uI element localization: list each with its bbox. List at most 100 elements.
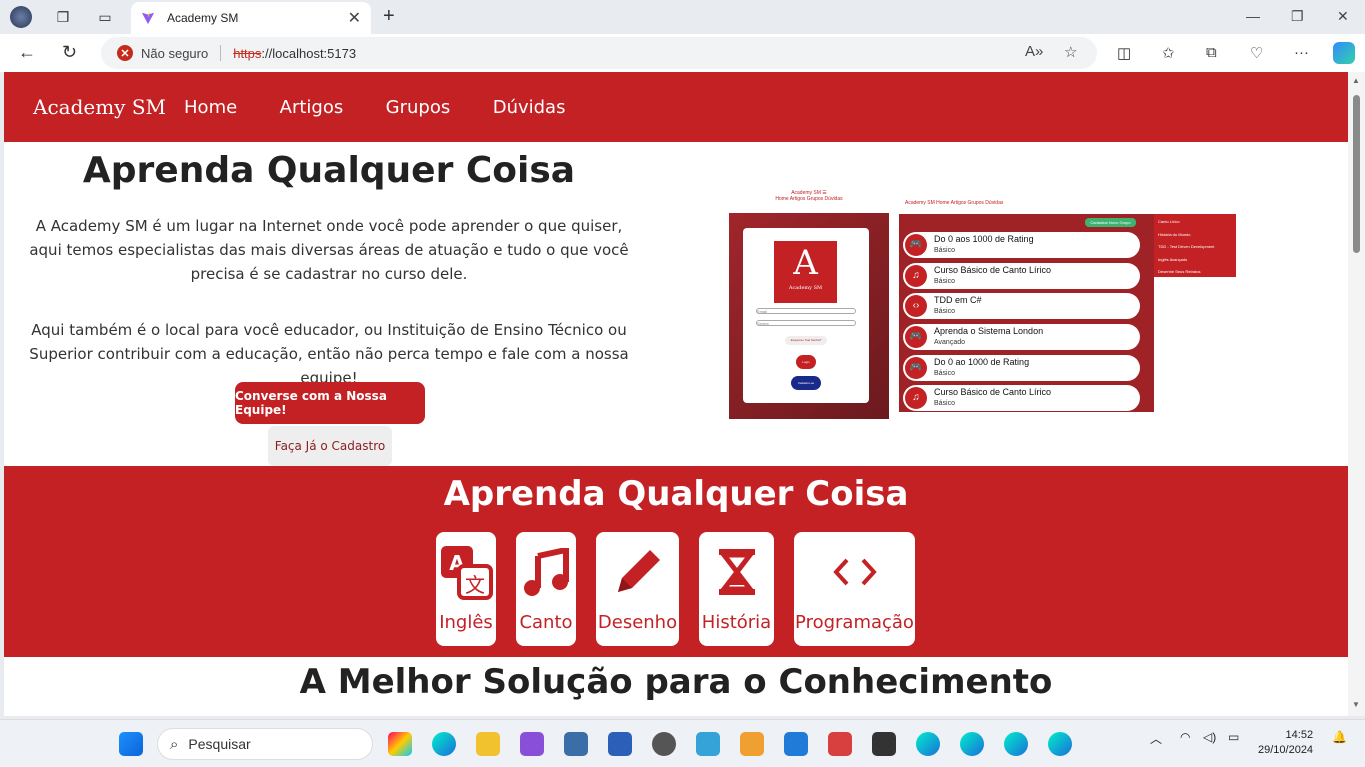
edge-profile-icon[interactable] [1004,732,1028,756]
category-label: Programação [795,612,914,633]
vscode-icon[interactable] [784,732,808,756]
category-canto[interactable]: Canto [516,532,576,646]
close-window-icon[interactable]: ✕ [1337,8,1349,25]
preview-item-level: Avançado [934,339,966,346]
preview-side-item: TDD - Test Driven Development [1158,244,1215,249]
scroll-thumb[interactable] [1353,95,1360,253]
edge-profile-icon[interactable] [960,732,984,756]
figma-icon[interactable] [740,732,764,756]
preview-item-level: Básico [934,400,956,407]
preview-item-name: Aprenda o Sistema London [934,326,1044,336]
edge-icon[interactable] [432,732,456,756]
new-tab-icon[interactable]: + [383,5,395,28]
site-brand[interactable]: Academy SM [33,95,166,119]
nav-home[interactable]: Home [184,97,237,118]
notification-bell-icon[interactable]: 🔔 [1332,730,1347,744]
minimize-icon[interactable]: — [1246,8,1260,24]
wifi-icon[interactable]: ◠ [1180,730,1190,744]
terminal-icon[interactable] [872,732,896,756]
preview-item-name: Do 0 aos 1000 de Rating [934,234,1034,244]
favorite-star-icon[interactable]: ☆ [1064,43,1077,61]
tab-actions-icon[interactable]: ▭ [94,6,116,28]
restore-icon[interactable]: ❐ [1291,8,1304,25]
nav-duvidas[interactable]: Dúvidas [493,97,566,118]
preview-logo-letter: A [793,243,818,283]
not-secure-icon: ✕ [117,45,133,61]
section-title-solution: A Melhor Solução para o Conhecimento [299,662,1053,702]
category-label: Canto [519,612,573,633]
address-bar[interactable]: ✕ Não seguro https://localhost:5173 A» ☆ [101,37,1097,69]
word-icon[interactable] [608,732,632,756]
split-screen-icon[interactable]: ◫ [1117,44,1131,62]
gamepad-icon: 🎮 [905,234,927,256]
more-menu-icon[interactable]: ··· [1294,44,1309,61]
start-icon[interactable] [119,732,143,756]
music-icon: ♫ [905,265,927,287]
preview-email-field: Email [756,308,856,314]
preview-item-name: TDD em C# [934,295,982,305]
talk-to-team-button[interactable]: Converse com a Nossa Equipe! [235,382,425,424]
preview-password-field: Senha [756,320,856,326]
preview-login-header: Academy SM ☰ Home Artigos Grupos Dúvidas [729,190,889,213]
read-aloud-icon[interactable]: A» [1025,43,1043,60]
tray-chevron-icon[interactable]: ︿ [1150,730,1162,747]
preview-register-btn: Cadastre-se [791,376,821,390]
page-viewport: Academy SM Home Artigos Grupos Dúvidas A… [4,72,1348,716]
preview-group-item: 🎮 Do 0 ao 1000 de Rating Básico [903,355,1140,381]
page-scrollbar[interactable]: ▲ ▼ [1348,72,1365,716]
snipping-icon[interactable] [828,732,852,756]
copilot-taskbar-icon[interactable] [388,732,412,756]
preview-login-nav: Home Artigos Grupos Dúvidas [775,196,843,202]
signup-button[interactable]: Faça Já o Cadastro [268,426,392,466]
category-historia[interactable]: História [699,532,774,646]
file-explorer-icon[interactable] [476,732,500,756]
volume-icon[interactable]: ◁) [1203,730,1216,744]
hero-paragraph-2: Aqui também é o local para você educador… [29,321,629,387]
xampp-icon[interactable] [696,732,720,756]
preview-login-body: A Academy SM Email Senha Esqueceu Sua Se… [729,213,889,419]
category-ingles[interactable]: A文 Inglês [436,532,496,646]
preview-groups-sidebar: Canto Lírico História do Mundo TDD - Tes… [1154,214,1236,277]
favorites-icon[interactable]: ✩ [1162,44,1175,62]
notepad-icon[interactable] [564,732,588,756]
nav-artigos[interactable]: Artigos [280,97,344,118]
scroll-up-icon[interactable]: ▲ [1352,76,1360,85]
category-programacao[interactable]: Programação [794,532,915,646]
workspaces-icon[interactable]: ❐ [52,6,74,28]
security-label: Não seguro [141,45,209,61]
copilot-icon[interactable] [1333,42,1355,64]
collections-icon[interactable]: ⧉ [1206,44,1217,61]
preview-item-level: Básico [934,247,956,254]
scroll-down-icon[interactable]: ▼ [1352,700,1360,709]
preview-logo: A Academy SM [774,241,837,303]
taskbar-clock[interactable]: 14:52 29/10/2024 [1258,728,1313,758]
preview-group-item: 🎮 Aprenda o Sistema London Avançado [903,324,1140,350]
edge-profile-icon[interactable] [916,732,940,756]
music-icon [516,532,576,612]
profile-avatar[interactable] [10,6,32,28]
category-desenho[interactable]: Desenho [596,532,679,646]
clock-time: 14:52 [1285,729,1314,741]
preview-item-name: Do 0 ao 1000 de Rating [934,357,1030,367]
extensions-icon[interactable]: ♡ [1250,44,1263,62]
code-icon [794,532,915,612]
preview-item-name: Curso Básico de Canto Lírico [934,387,1052,397]
address-row: ← ↻ ✕ Não seguro https://localhost:5173 … [0,34,1365,72]
taskbar-search[interactable]: ⌕ Pesquisar [157,728,373,760]
close-tab-icon[interactable]: ✕ [348,8,361,28]
preview-group-item: ‹› TDD em C# Básico [903,293,1140,319]
preview-item-name: Curso Básico de Canto Lírico [934,265,1052,275]
preview-forgot: Esqueceu Sua Senha? [785,336,827,345]
battery-icon[interactable]: ▭ [1228,730,1239,744]
clock-app-icon[interactable] [652,732,676,756]
visual-studio-icon[interactable] [520,732,544,756]
tab-academy-sm[interactable]: Academy SM ✕ [131,2,371,34]
category-label: Desenho [597,612,678,633]
refresh-icon[interactable]: ↻ [62,42,77,63]
preview-groups-body: Cadastrar Novo Grupo 🎮 Do 0 aos 1000 de R… [899,214,1154,412]
category-label: Inglês [439,612,493,633]
nav-grupos[interactable]: Grupos [386,97,451,118]
edge-profile-icon[interactable] [1048,732,1072,756]
preview-login-btn: Login [796,355,816,369]
back-icon[interactable]: ← [18,42,36,63]
